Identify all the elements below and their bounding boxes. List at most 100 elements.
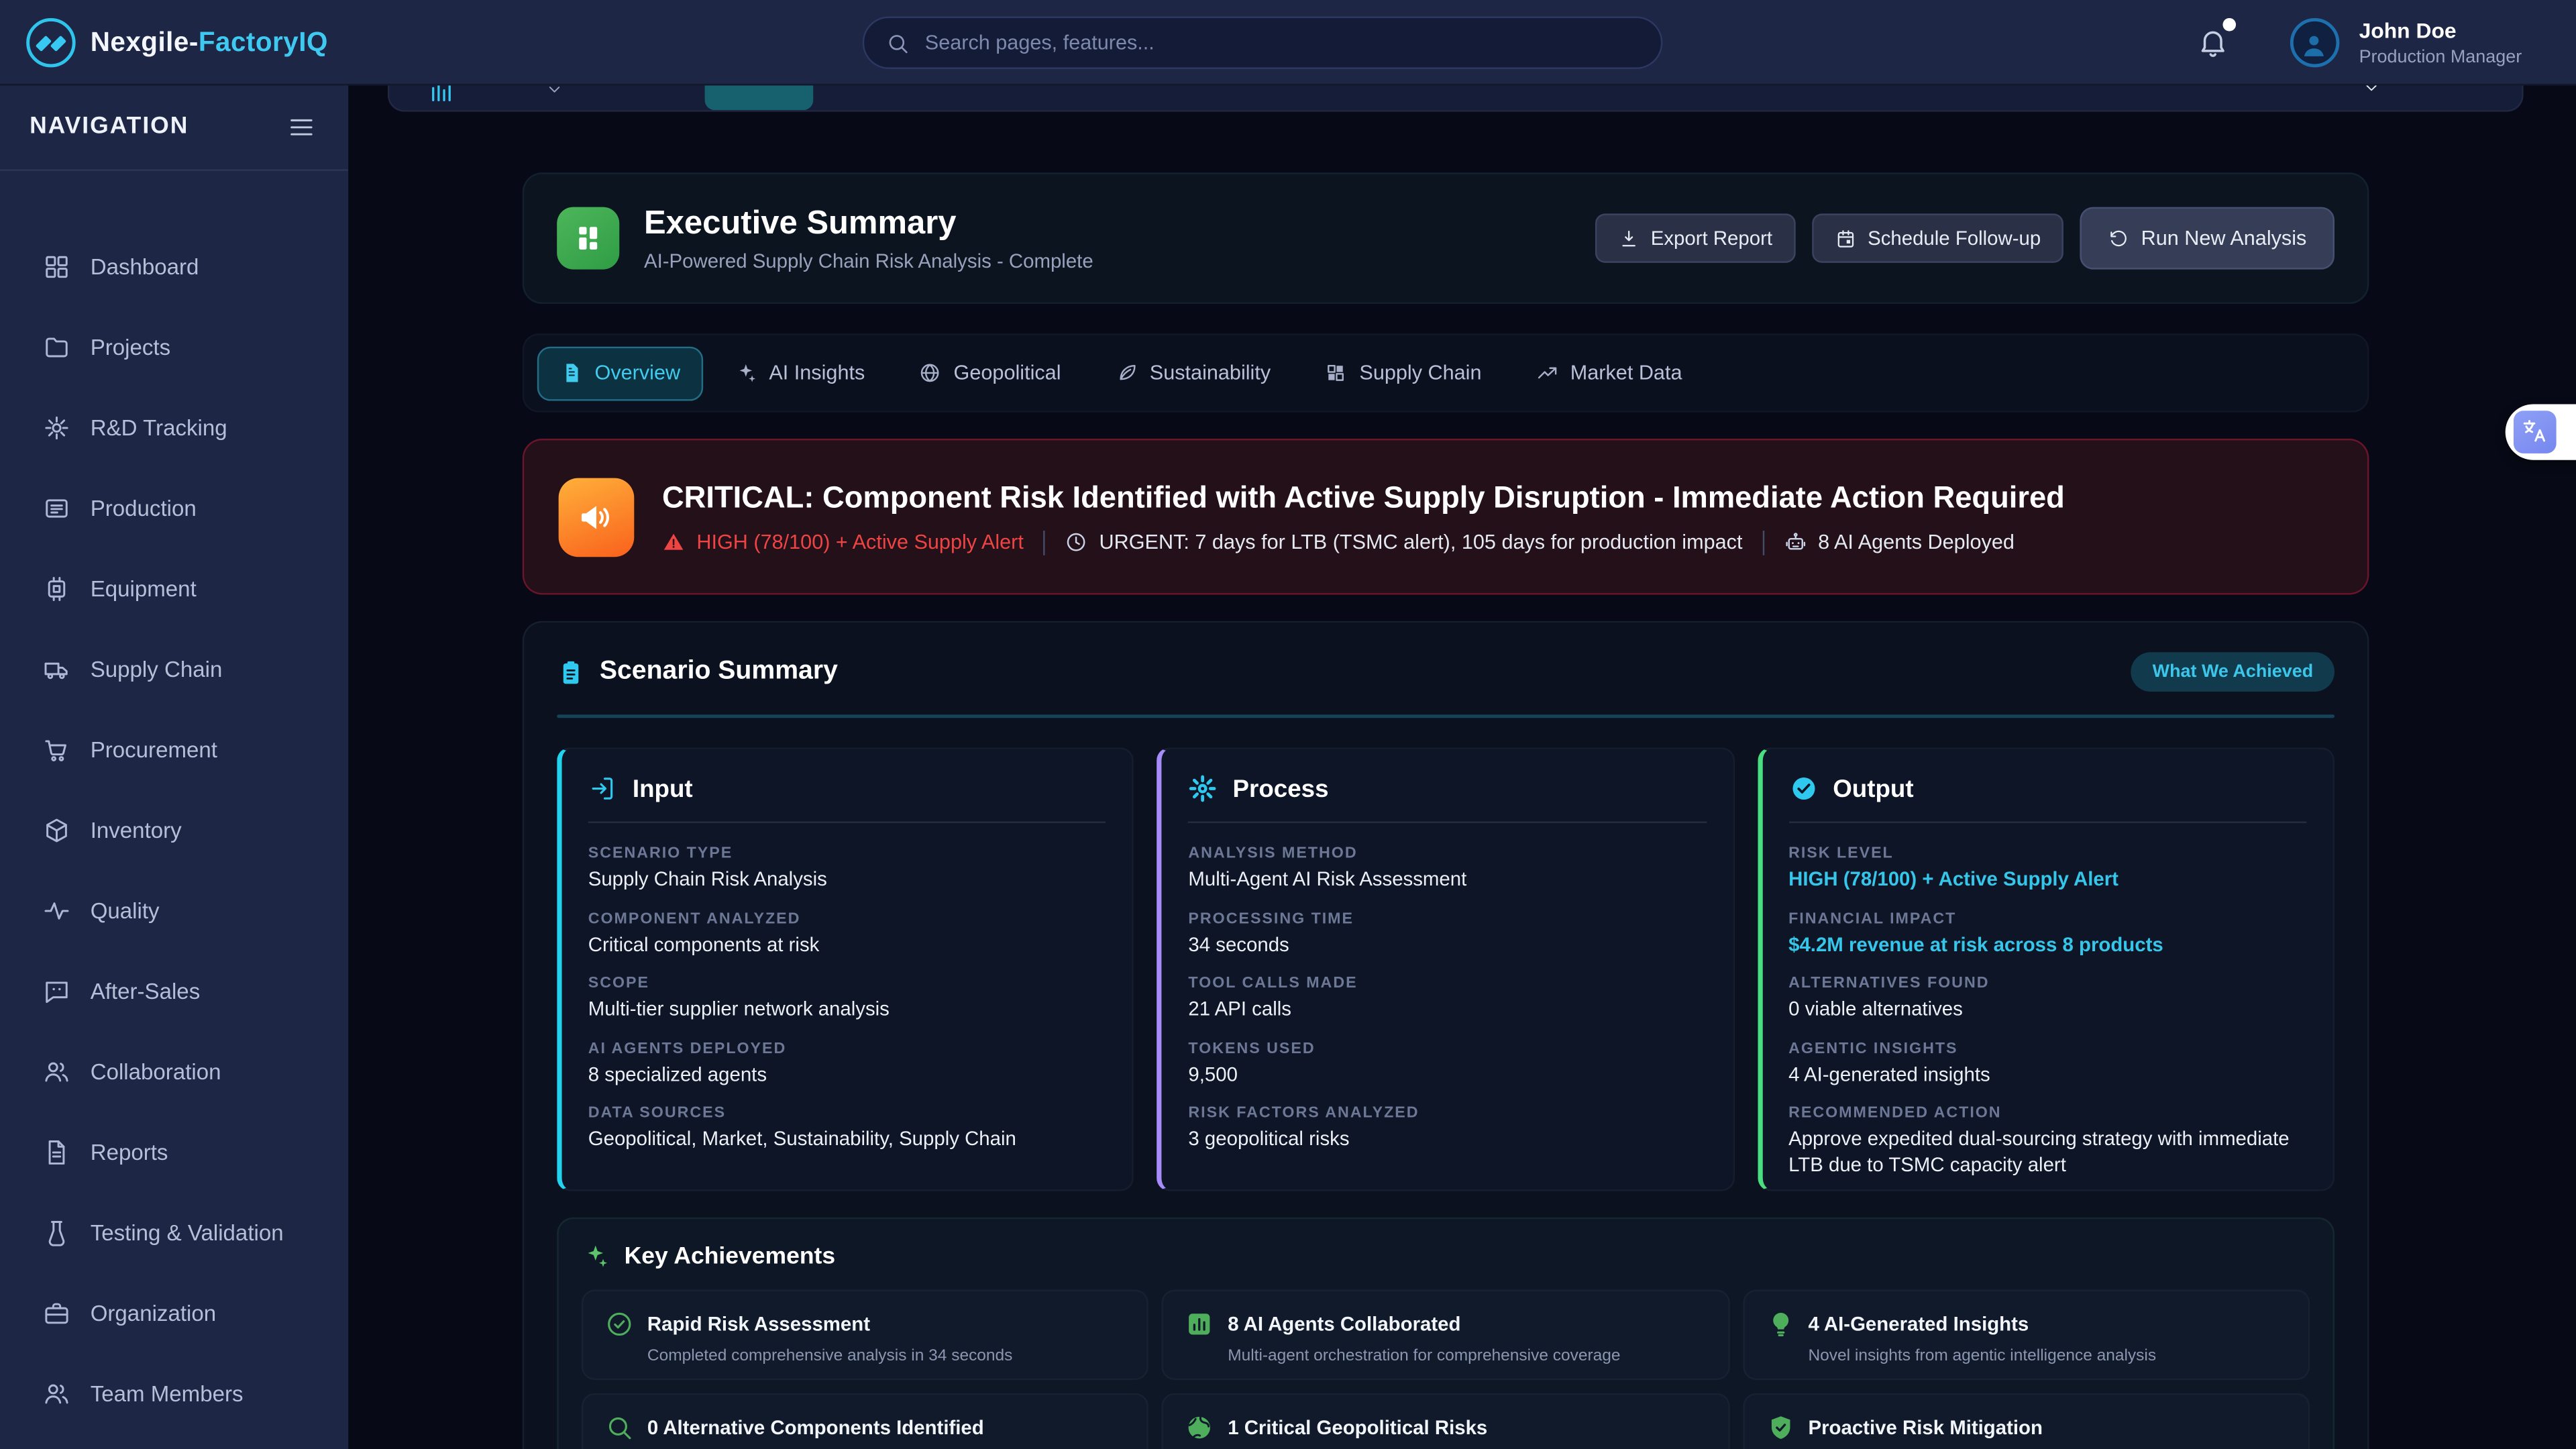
executive-summary-card: Executive Summary AI-Powered Supply Chai… xyxy=(523,172,2369,304)
user-role: Production Manager xyxy=(2359,48,2522,67)
divider xyxy=(1188,821,1706,822)
sidebar-item-equipment[interactable]: Equipment xyxy=(0,549,348,629)
sidebar-item-label: Projects xyxy=(91,335,170,360)
calendar-icon xyxy=(1835,227,1856,249)
sparkles-icon xyxy=(582,1242,610,1270)
users-icon xyxy=(43,1058,71,1086)
sidebar-item-collaboration[interactable]: Collaboration xyxy=(0,1032,348,1112)
sidebar-item-label: Collaboration xyxy=(91,1060,221,1085)
hamburger-icon[interactable] xyxy=(288,113,316,142)
schedule-follow-up-button[interactable]: Schedule Follow-up xyxy=(1812,213,2064,262)
user-block[interactable]: John Doe Production Manager xyxy=(2359,18,2522,67)
tab-overview[interactable]: Overview xyxy=(537,346,704,400)
notification-dot xyxy=(2222,18,2236,32)
key-achievements-panel: Key Achievements Rapid Risk AssessmentCo… xyxy=(557,1218,2334,1449)
sidebar-item-projects[interactable]: Projects xyxy=(0,307,348,388)
warning-icon xyxy=(662,531,685,553)
field-scenario-type: SCENARIO TYPESupply Chain Risk Analysis xyxy=(588,845,1106,893)
page-title: Executive Summary xyxy=(644,205,1093,242)
app: Nexgile-FactoryIQ John Doe Production Ma… xyxy=(0,0,2576,1449)
briefcase-icon xyxy=(43,1299,71,1328)
top-navbar: Nexgile-FactoryIQ John Doe Production Ma… xyxy=(0,0,2576,85)
brand[interactable]: Nexgile-FactoryIQ xyxy=(26,0,328,85)
leaf-icon xyxy=(1115,362,1138,384)
chevron-down-icon xyxy=(545,85,564,99)
achievements-grid: Rapid Risk AssessmentCompleted comprehen… xyxy=(582,1289,2310,1449)
sidebar-item-label: After-Sales xyxy=(91,979,201,1004)
field-alternatives-found: ALTERNATIVES FOUND0 viable alternatives xyxy=(1788,975,2306,1023)
check-circle-icon xyxy=(1788,773,1818,803)
sidebar-item-dashboard[interactable]: Dashboard xyxy=(0,227,348,307)
field-tokens-used: TOKENS USED9,500 xyxy=(1188,1040,1706,1088)
sidebar-item-procurement[interactable]: Procurement xyxy=(0,710,348,790)
sidebar-item-label: Production xyxy=(91,496,197,521)
sidebar-item-label: Dashboard xyxy=(91,255,199,280)
globe-icon xyxy=(919,362,942,384)
chart-square-icon xyxy=(1185,1309,1215,1339)
tab-sustainability[interactable]: Sustainability xyxy=(1092,346,1293,400)
column-header: Input xyxy=(588,771,1106,804)
divider xyxy=(557,714,2334,718)
sidebar-item-label: Organization xyxy=(91,1301,216,1326)
translate-icon xyxy=(2514,411,2557,453)
sidebar-item-inventory[interactable]: Inventory xyxy=(0,790,348,871)
export-report-button[interactable]: Export Report xyxy=(1595,213,1795,262)
login-icon xyxy=(588,773,618,803)
executive-summary-icon xyxy=(557,207,619,270)
shield-icon xyxy=(1766,1413,1795,1442)
bell-icon xyxy=(2196,26,2229,59)
cube-icon xyxy=(43,816,71,845)
brand-suffix: FactoryIQ xyxy=(199,27,328,56)
achievement-1-critical-geopolitical-risks: 1 Critical Geopolitical RisksIdentified … xyxy=(1162,1393,1729,1449)
chat-icon xyxy=(43,977,71,1006)
sidebar-item-quality[interactable]: Quality xyxy=(0,871,348,951)
test-tube-icon xyxy=(43,1219,71,1247)
gear-icon xyxy=(1188,773,1218,803)
grid-icon xyxy=(43,253,71,281)
tab-geopolitical[interactable]: Geopolitical xyxy=(896,346,1084,400)
clipboard-icon xyxy=(557,658,585,686)
sidebar-item-label: Procurement xyxy=(91,738,217,763)
trend-icon xyxy=(1536,362,1558,384)
toolbar-active-button-partial[interactable] xyxy=(705,85,814,110)
divider xyxy=(1762,530,1764,555)
sidebar-item-label: R&D Tracking xyxy=(91,416,227,441)
sidebar-item-label: Quality xyxy=(91,899,160,924)
squares-icon xyxy=(570,220,606,256)
search-icon xyxy=(885,30,910,55)
avatar[interactable] xyxy=(2290,18,2339,67)
sidebar-item-production[interactable]: Production xyxy=(0,468,348,549)
field-data-sources: DATA SOURCESGeopolitical, Market, Sustai… xyxy=(588,1105,1106,1153)
tab-supply-chain[interactable]: Supply Chain xyxy=(1302,346,1505,400)
tab-ai-insights[interactable]: AI Insights xyxy=(712,346,888,400)
run-new-analysis-button[interactable]: Run New Analysis xyxy=(2080,207,2334,270)
sidebar-item-team-members[interactable]: Team Members xyxy=(0,1354,348,1434)
clock-icon xyxy=(1065,531,1087,553)
alert-agents: 8 AI Agents Deployed xyxy=(1784,531,2015,553)
sidebar-item-label: Testing & Validation xyxy=(91,1221,284,1246)
team-icon xyxy=(43,1380,71,1408)
sidebar-item-after-sales[interactable]: After-Sales xyxy=(0,951,348,1032)
field-ai-agents-deployed: AI AGENTS DEPLOYED8 specialized agents xyxy=(588,1040,1106,1088)
truck-icon xyxy=(43,655,71,684)
sidebar-item-testing-validation[interactable]: Testing & Validation xyxy=(0,1193,348,1273)
user-name: John Doe xyxy=(2359,18,2522,46)
achievement-4-ai-generated-insights: 4 AI-Generated InsightsNovel insights fr… xyxy=(1743,1289,2310,1380)
key-achievements-title: Key Achievements xyxy=(625,1243,836,1269)
alert-title: CRITICAL: Component Risk Identified with… xyxy=(662,479,2065,515)
chevron-down-icon xyxy=(2363,85,2381,97)
brand-title: Nexgile-FactoryIQ xyxy=(91,27,328,58)
tab-market-data[interactable]: Market Data xyxy=(1513,346,1705,400)
field-recommended-action: RECOMMENDED ACTIONApprove expedited dual… xyxy=(1788,1105,2306,1179)
scenario-column-output: OutputRISK LEVELHIGH (78/100) + Active S… xyxy=(1758,747,2334,1191)
sidebar-item-organization[interactable]: Organization xyxy=(0,1273,348,1354)
notifications-button[interactable] xyxy=(2196,26,2229,59)
translate-widget[interactable] xyxy=(2506,404,2576,460)
sidebar-item-r-d-tracking[interactable]: R&D Tracking xyxy=(0,388,348,468)
blocks-icon xyxy=(1325,362,1348,384)
sidebar-item-reports[interactable]: Reports xyxy=(0,1112,348,1193)
robot-icon xyxy=(1784,531,1807,553)
search-input[interactable] xyxy=(925,32,1640,54)
cart-icon xyxy=(43,736,71,764)
sidebar-item-supply-chain[interactable]: Supply Chain xyxy=(0,629,348,710)
